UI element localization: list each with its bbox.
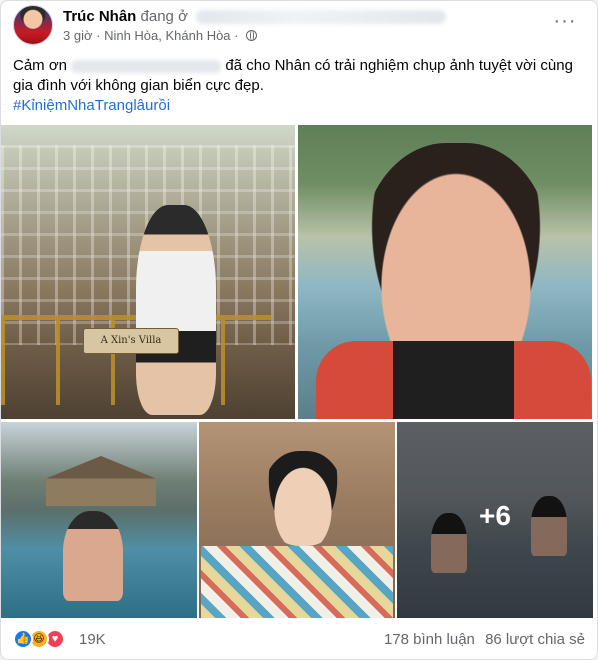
- post-location[interactable]: · Ninh Hòa, Khánh Hòa ·: [96, 28, 238, 43]
- hashtag-link[interactable]: #KỉniệmNhaTranglâurồi: [13, 97, 170, 114]
- post-time[interactable]: 3 giờ: [63, 28, 93, 43]
- author-action: đang ở: [140, 8, 188, 25]
- like-icon: 👍: [13, 629, 33, 649]
- author-name[interactable]: Trúc Nhân: [63, 8, 136, 25]
- post-meta: 3 giờ · Ninh Hòa, Khánh Hòa ·: [63, 28, 258, 43]
- post-footer: 👍 😆 ♥ 19K 178 bình luận 86 lượt chia sẻ: [13, 623, 585, 657]
- more-photos-overlay[interactable]: +6: [397, 422, 593, 618]
- post-text-start: Cảm ơn: [13, 57, 68, 74]
- post-header: Trúc Nhân đang ở 3 giờ · Ninh Hòa, Khánh…: [13, 5, 585, 49]
- villa-sign: A Xin's Villa: [83, 328, 179, 354]
- blurred-mention: [71, 59, 222, 73]
- post-card: Trúc Nhân đang ở 3 giờ · Ninh Hòa, Khánh…: [0, 0, 598, 660]
- reaction-icons[interactable]: 👍 😆 ♥: [13, 629, 75, 649]
- blurred-location-text: [196, 10, 447, 25]
- post-text: Cảm ơn đã cho Nhân có trải nghiệm chụp ả…: [13, 56, 583, 116]
- life-vest-graphic: [316, 341, 591, 419]
- shirt-graphic: [201, 546, 393, 618]
- photo-1[interactable]: [1, 125, 295, 419]
- reaction-count[interactable]: 19K: [79, 631, 106, 648]
- comment-count[interactable]: 178 bình luận: [384, 631, 475, 648]
- share-count[interactable]: 86 lượt chia sẻ: [485, 631, 585, 648]
- portrait-graphic: [263, 451, 343, 546]
- globe-icon: [246, 30, 258, 41]
- person-graphic: [136, 205, 216, 415]
- engagement-stats: 178 bình luận 86 lượt chia sẻ: [378, 631, 585, 648]
- swimmer-graphic: [63, 511, 123, 601]
- author-line: Trúc Nhân đang ở: [63, 8, 447, 25]
- author-avatar[interactable]: [13, 5, 53, 45]
- more-icon[interactable]: ···: [549, 11, 581, 39]
